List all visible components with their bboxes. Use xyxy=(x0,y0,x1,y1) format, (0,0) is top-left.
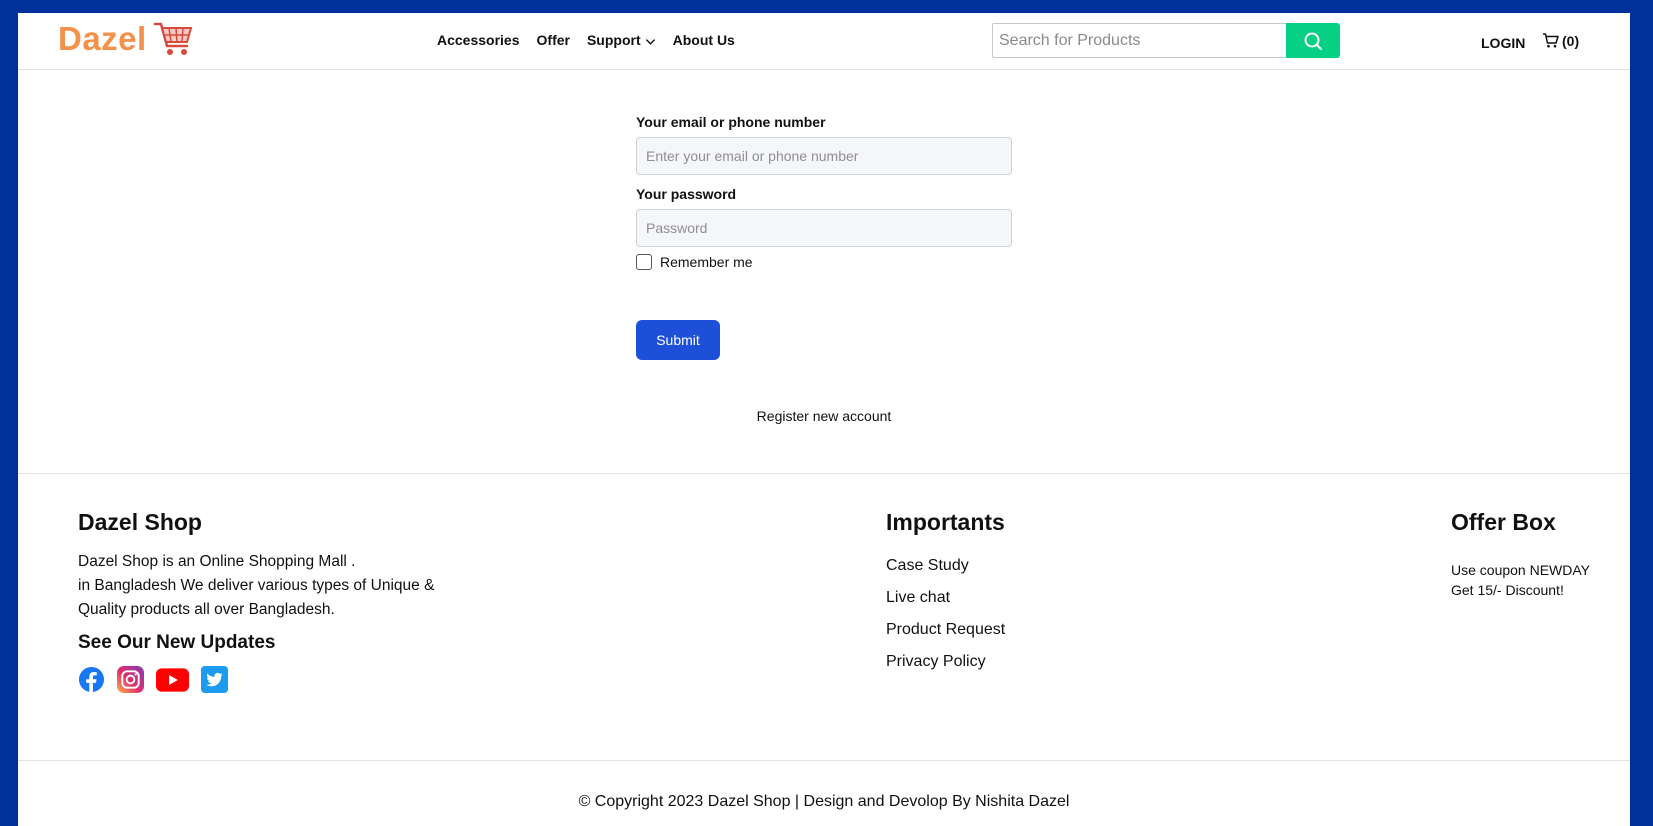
footer-importants-title: Importants xyxy=(886,509,1005,535)
footer-shop-title: Dazel Shop xyxy=(78,509,202,535)
email-label: Your email or phone number xyxy=(636,114,826,130)
nav-offer[interactable]: Offer xyxy=(537,32,570,48)
cart-count: (0) xyxy=(1562,32,1580,49)
register-link[interactable]: Register new account xyxy=(636,408,1012,424)
password-label: Your password xyxy=(636,186,737,202)
youtube-icon[interactable] xyxy=(156,667,189,692)
description-line: in Bangladesh We deliver various types o… xyxy=(78,577,435,594)
offer-line: Use coupon NEWDAY xyxy=(1451,562,1591,578)
password-field[interactable] xyxy=(636,209,1012,247)
remember-me: Remember me xyxy=(636,254,1012,270)
footer-offer-title: Offer Box xyxy=(1451,509,1556,535)
chevron-down-icon xyxy=(645,38,655,45)
search-button[interactable] xyxy=(1286,23,1340,58)
submit-button[interactable]: Submit xyxy=(636,320,720,360)
header: Dazel Accessories Offer Support About Us xyxy=(18,13,1630,70)
shopping-cart-logo-icon xyxy=(153,22,193,55)
facebook-icon[interactable] xyxy=(78,666,105,693)
footer-importants-column: Importants Case Study Live chat Product … xyxy=(886,509,1005,678)
footer-divider xyxy=(18,473,1630,474)
footer-link-live-chat[interactable]: Live chat xyxy=(886,582,1005,614)
description-line: Dazel Shop is an Online Shopping Mall . xyxy=(78,553,356,570)
twitter-icon[interactable] xyxy=(201,666,228,693)
email-field[interactable] xyxy=(636,137,1012,175)
importants-links: Case Study Live chat Product Request Pri… xyxy=(886,550,1005,678)
remember-checkbox[interactable] xyxy=(636,254,652,270)
footer-link-case-study[interactable]: Case Study xyxy=(886,550,1005,582)
copyright-divider xyxy=(18,760,1630,761)
description-line: Quality products all over Bangladesh. xyxy=(78,601,335,618)
social-links xyxy=(78,666,458,693)
nav-about-us[interactable]: About Us xyxy=(673,32,735,48)
login-link[interactable]: LOGIN xyxy=(1481,35,1525,51)
main-nav: Accessories Offer Support About Us xyxy=(437,32,735,48)
footer-shop-description: Dazel Shop is an Online Shopping Mall . … xyxy=(78,550,458,622)
nav-accessories[interactable]: Accessories xyxy=(437,32,520,48)
search-icon xyxy=(1304,32,1322,50)
copyright: © Copyright 2023 Dazel Shop | Design and… xyxy=(578,793,1070,810)
login-form: Your email or phone number Your password… xyxy=(636,114,1012,360)
remember-label: Remember me xyxy=(660,254,753,270)
nav-support-label: Support xyxy=(586,32,641,48)
footer-offer-column: Offer Box Use coupon NEWDAY Get 15/- Dis… xyxy=(1451,509,1601,600)
logo-text: Dazel xyxy=(58,20,147,57)
search-bar xyxy=(992,23,1340,58)
instagram-icon[interactable] xyxy=(117,666,144,693)
page: Dazel Accessories Offer Support About Us xyxy=(18,13,1630,826)
updates-title: See Our New Updates xyxy=(78,632,276,653)
cart-icon xyxy=(1543,33,1559,48)
search-input[interactable] xyxy=(992,23,1286,58)
offer-line: Get 15/- Discount! xyxy=(1451,582,1564,598)
cart-button[interactable]: (0) xyxy=(1542,32,1579,49)
logo[interactable]: Dazel xyxy=(58,20,193,58)
footer-shop-column: Dazel Shop Dazel Shop is an Online Shopp… xyxy=(78,509,458,693)
footer-link-privacy-policy[interactable]: Privacy Policy xyxy=(886,646,1005,678)
nav-support[interactable]: Support xyxy=(587,32,656,48)
offer-text: Use coupon NEWDAY Get 15/- Discount! xyxy=(1451,560,1601,600)
footer-link-product-request[interactable]: Product Request xyxy=(886,614,1005,646)
